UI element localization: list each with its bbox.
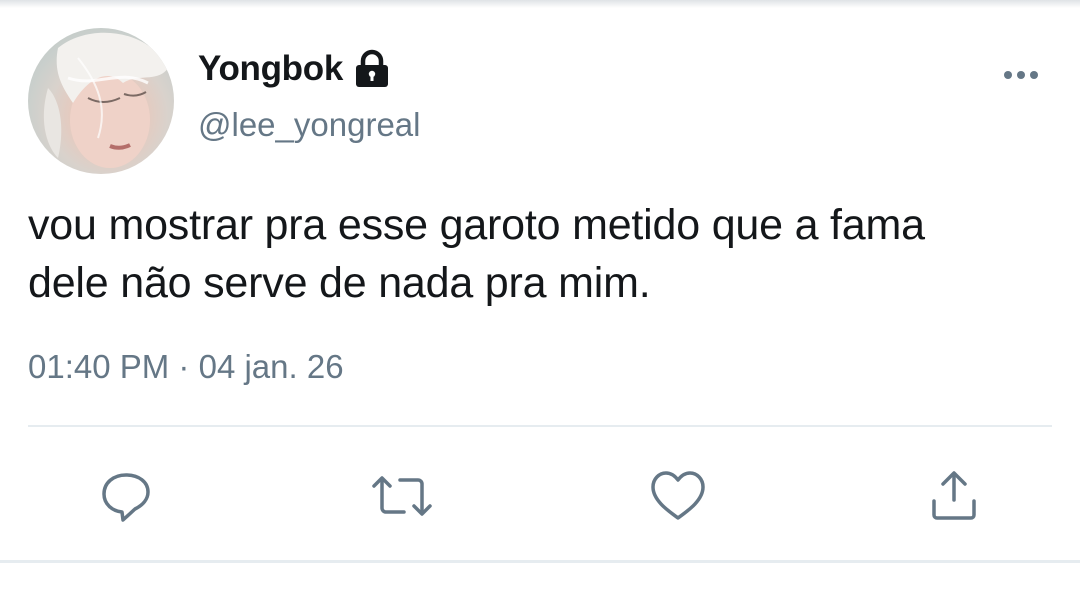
tweet-text: vou mostrar pra esse garoto metido que a… xyxy=(28,196,1058,312)
user-handle[interactable]: @lee_yongreal xyxy=(198,106,420,144)
tweet-time: 01:40 PM xyxy=(28,348,170,385)
more-horizontal-icon xyxy=(1004,71,1038,79)
retweet-button[interactable] xyxy=(370,464,434,528)
more-options-button[interactable] xyxy=(996,58,1046,92)
tweet-text-line: vou mostrar pra esse garoto metido que a… xyxy=(28,201,925,249)
share-icon xyxy=(932,471,976,520)
heart-icon xyxy=(651,471,705,520)
tweet-date: 04 jan. 26 xyxy=(198,348,344,385)
tweet-timestamp[interactable]: 01:40 PM · 04 jan. 26 xyxy=(28,348,344,386)
retweet-icon xyxy=(372,476,432,516)
meta-separator: · xyxy=(178,348,190,385)
lock-icon xyxy=(353,49,391,89)
display-name[interactable]: Yongbok xyxy=(198,49,343,89)
bottom-border xyxy=(0,560,1080,563)
name-row: Yongbok xyxy=(198,44,391,94)
like-button[interactable] xyxy=(646,464,710,528)
avatar[interactable] xyxy=(28,28,174,174)
reply-button[interactable] xyxy=(94,464,158,528)
action-bar xyxy=(0,440,1080,550)
divider xyxy=(28,425,1052,427)
share-button[interactable] xyxy=(922,464,986,528)
reply-icon xyxy=(102,473,150,522)
tweet-text-line: dele não serve de nada pra mim. xyxy=(28,259,651,307)
avatar-image xyxy=(43,32,168,168)
tweet-card: Yongbok @lee_yongreal vou mostrar pra es… xyxy=(0,0,1080,611)
